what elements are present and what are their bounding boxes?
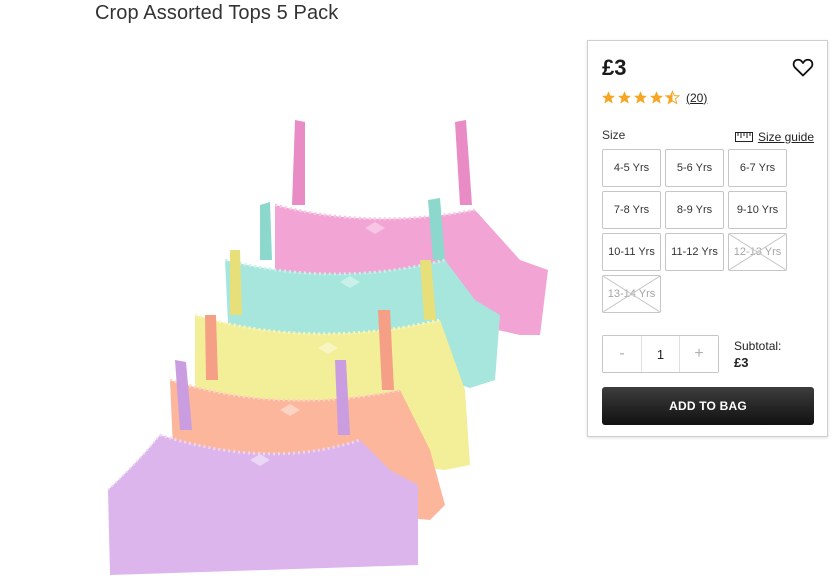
subtotal-amount: £3 <box>734 355 749 370</box>
subtotal: Subtotal: £3 <box>734 339 781 370</box>
subtotal-label: Subtotal: <box>734 339 782 353</box>
size-option-label: 10-11 Yrs <box>608 246 655 258</box>
add-to-bag-button[interactable]: ADD TO BAG <box>602 387 814 425</box>
size-option-8-9[interactable]: 8-9 Yrs <box>665 191 724 229</box>
size-option-4-5[interactable]: 4-5 Yrs <box>602 149 661 187</box>
ruler-icon <box>734 132 753 142</box>
size-option-12-13-unavailable[interactable]: 12-13 Yrs <box>728 233 787 271</box>
star-icon <box>633 91 648 104</box>
unavailable-cross-icon <box>729 234 786 270</box>
product-page: Crop Assorted Tops 5 Pack £3 (20) Size… <box>0 0 833 581</box>
size-option-11-12[interactable]: 11-12 Yrs <box>665 233 724 271</box>
size-option-9-10[interactable]: 9-10 Yrs <box>728 191 787 229</box>
quantity-input[interactable] <box>641 336 680 372</box>
heart-outline-icon[interactable] <box>791 55 815 79</box>
size-option-label: 9-10 Yrs <box>736 204 779 216</box>
quantity-increase-button[interactable]: + <box>680 336 718 372</box>
size-option-label: 5-6 Yrs <box>676 162 713 174</box>
size-guide-link[interactable]: Size guide <box>734 130 814 144</box>
star-icon <box>649 91 664 104</box>
size-option-7-8[interactable]: 7-8 Yrs <box>602 191 661 229</box>
purchase-panel: £3 20 Size Size guide <box>587 40 828 437</box>
quantity-decrease-button[interactable]: - <box>603 336 641 372</box>
size-option-6-7[interactable]: 6-7 Yrs <box>728 149 787 187</box>
size-option-5-6[interactable]: 5-6 Yrs <box>665 149 724 187</box>
review-count-link[interactable]: 20 <box>686 91 707 105</box>
size-option-label: 8-9 Yrs <box>676 204 713 216</box>
size-option-label: 6-7 Yrs <box>739 162 776 174</box>
size-guide-label: Size guide <box>757 130 814 144</box>
size-grid: 4-5 Yrs 5-6 Yrs 6-7 Yrs 7-8 Yrs 8-9 Yrs … <box>602 149 787 313</box>
size-option-label: 4-5 Yrs <box>613 162 650 174</box>
size-option-label: 11-12 Yrs <box>671 246 718 258</box>
quantity-stepper: - + <box>602 335 719 373</box>
rating-stars <box>601 90 680 105</box>
product-rating: 20 <box>601 90 707 105</box>
size-label: Size <box>602 128 626 142</box>
size-option-label: 7-8 Yrs <box>613 204 650 216</box>
unavailable-cross-icon <box>603 276 660 312</box>
product-title: Crop Assorted Tops 5 Pack <box>95 2 339 24</box>
star-icon <box>601 91 616 104</box>
star-icon <box>617 91 632 104</box>
price: £3 <box>602 55 627 80</box>
star-half-icon <box>665 90 680 105</box>
size-option-10-11[interactable]: 10-11 Yrs <box>602 233 661 271</box>
size-option-13-14-unavailable[interactable]: 13-14 Yrs <box>602 275 661 313</box>
product-image <box>107 120 548 575</box>
